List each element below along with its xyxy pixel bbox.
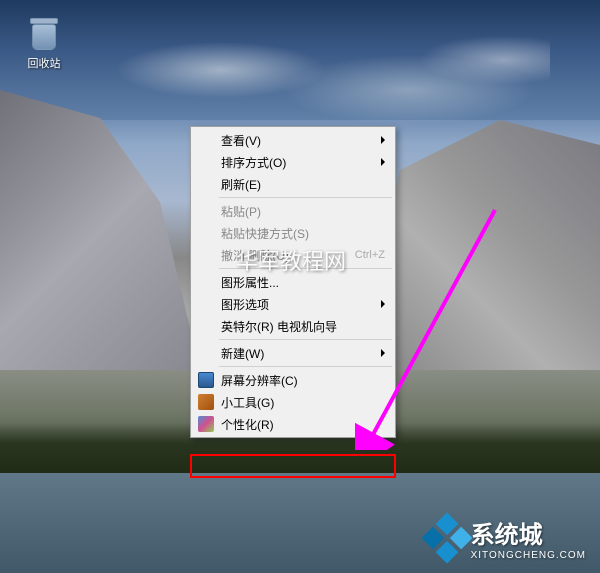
menu-separator: [219, 339, 392, 340]
menu-separator: [219, 366, 392, 367]
recycle-bin-label: 回收站: [18, 55, 70, 71]
menu-item[interactable]: 小工具(G): [193, 391, 393, 413]
menu-item-label: 排序方式(O): [221, 154, 381, 171]
desktop-background-clouds: [80, 30, 550, 130]
menu-item[interactable]: 刷新(E): [193, 173, 393, 195]
menu-item: 粘贴快捷方式(S): [193, 222, 393, 244]
chevron-right-icon: [381, 349, 385, 357]
chevron-right-icon: [381, 136, 385, 144]
menu-item-label: 屏幕分辨率(C): [221, 372, 385, 389]
menu-item[interactable]: 新建(W): [193, 342, 393, 364]
menu-item[interactable]: 个性化(R): [193, 413, 393, 435]
menu-item-label: 查看(V): [221, 132, 381, 149]
menu-item[interactable]: 排序方式(O): [193, 151, 393, 173]
desktop-context-menu: 查看(V) 排序方式(O) 刷新(E) 粘贴(P) 粘贴快捷方式(S) 撤消 删除(U)C…: [190, 126, 396, 438]
menu-item[interactable]: 图形选项: [193, 293, 393, 315]
menu-item-label: 图形选项: [221, 296, 381, 313]
menu-item-label: 小工具(G): [221, 394, 385, 411]
menu-item-label: 英特尔(R) 电视机向导: [221, 318, 385, 335]
gadget-icon: [198, 394, 214, 410]
recycle-bin-desktop-icon[interactable]: 回收站: [18, 12, 70, 71]
watermark-logo: 系统城 XITONGCHENG.COM: [429, 515, 586, 561]
menu-item[interactable]: 查看(V): [193, 129, 393, 151]
menu-item-label: 图形属性...: [221, 274, 385, 291]
chevron-right-icon: [381, 158, 385, 166]
chevron-right-icon: [381, 300, 385, 308]
desktop-background-mountain: [0, 90, 200, 370]
logo-diamond-icon: [421, 513, 472, 564]
menu-item[interactable]: 英特尔(R) 电视机向导: [193, 315, 393, 337]
menu-item-label: 个性化(R): [221, 416, 385, 433]
menu-item-shortcut: Ctrl+Z: [355, 249, 385, 261]
menu-item-label: 刷新(E): [221, 176, 385, 193]
logo-title: 系统城: [471, 515, 586, 550]
logo-url: XITONGCHENG.COM: [471, 550, 586, 561]
menu-separator: [219, 197, 392, 198]
menu-item[interactable]: 图形属性...: [193, 271, 393, 293]
menu-item-label: 新建(W): [221, 345, 381, 362]
menu-item-label: 粘贴快捷方式(S): [221, 225, 385, 242]
personalize-icon: [198, 416, 214, 432]
menu-item: 撤消 删除(U)Ctrl+Z: [193, 244, 393, 266]
menu-item-label: 撤消 删除(U): [221, 247, 355, 264]
menu-item[interactable]: 屏幕分辨率(C): [193, 369, 393, 391]
menu-separator: [219, 268, 392, 269]
menu-item: 粘贴(P): [193, 200, 393, 222]
menu-item-label: 粘贴(P): [221, 203, 385, 220]
monitor-icon: [198, 372, 214, 388]
recycle-bin-icon: [24, 12, 64, 52]
